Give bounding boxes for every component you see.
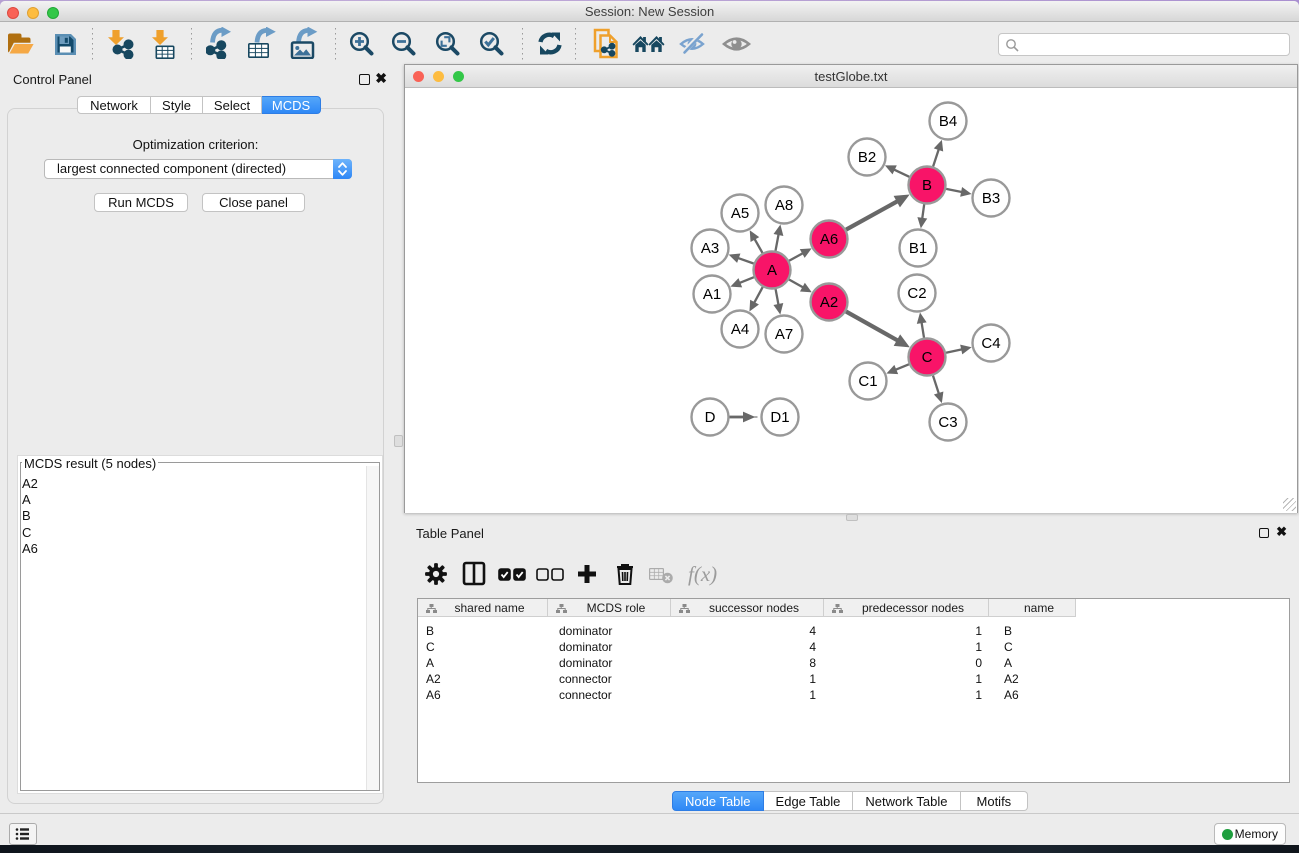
svg-text:A: A [767, 262, 777, 279]
svg-text:B4: B4 [939, 113, 957, 130]
svg-text:B1: B1 [909, 240, 927, 257]
svg-text:A5: A5 [731, 205, 749, 222]
svg-text:C2: C2 [907, 285, 926, 302]
svg-text:A1: A1 [703, 286, 721, 303]
svg-text:C4: C4 [981, 335, 1000, 352]
svg-text:C: C [922, 349, 933, 366]
svg-text:C1: C1 [858, 373, 877, 390]
svg-text:A2: A2 [820, 294, 838, 311]
svg-text:A6: A6 [820, 231, 838, 248]
svg-text:D1: D1 [770, 409, 789, 426]
svg-text:C3: C3 [938, 414, 957, 431]
svg-text:A3: A3 [701, 240, 719, 257]
svg-text:A7: A7 [775, 326, 793, 343]
svg-text:B2: B2 [858, 149, 876, 166]
svg-text:B3: B3 [982, 190, 1000, 207]
svg-text:B: B [922, 177, 932, 194]
svg-text:A8: A8 [775, 197, 793, 214]
svg-text:D: D [705, 409, 716, 426]
svg-text:A4: A4 [731, 321, 749, 338]
svg-text:f(x): f(x) [688, 562, 717, 586]
